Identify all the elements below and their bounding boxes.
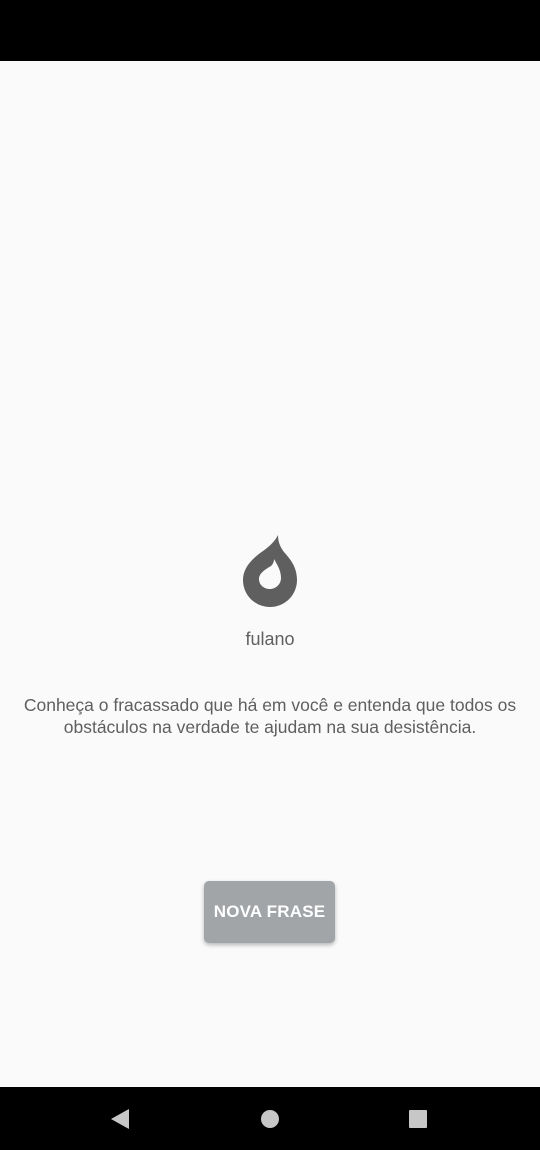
back-triangle-icon: [111, 1109, 129, 1129]
status-bar: [0, 0, 540, 61]
flame-icon: [243, 535, 297, 607]
recents-button[interactable]: [404, 1105, 432, 1133]
home-button[interactable]: [256, 1105, 284, 1133]
app-screen: fulano Conheça o fracassado que há em vo…: [0, 61, 540, 1087]
back-button[interactable]: [106, 1105, 134, 1133]
quote-text: Conheça o fracassado que há em você e en…: [23, 695, 517, 737]
navigation-bar: [0, 1087, 540, 1150]
recents-square-icon: [409, 1110, 427, 1128]
home-circle-icon: [261, 1110, 279, 1128]
author-name: fulano: [245, 629, 295, 649]
new-quote-button[interactable]: NOVA FRASE: [204, 881, 335, 943]
